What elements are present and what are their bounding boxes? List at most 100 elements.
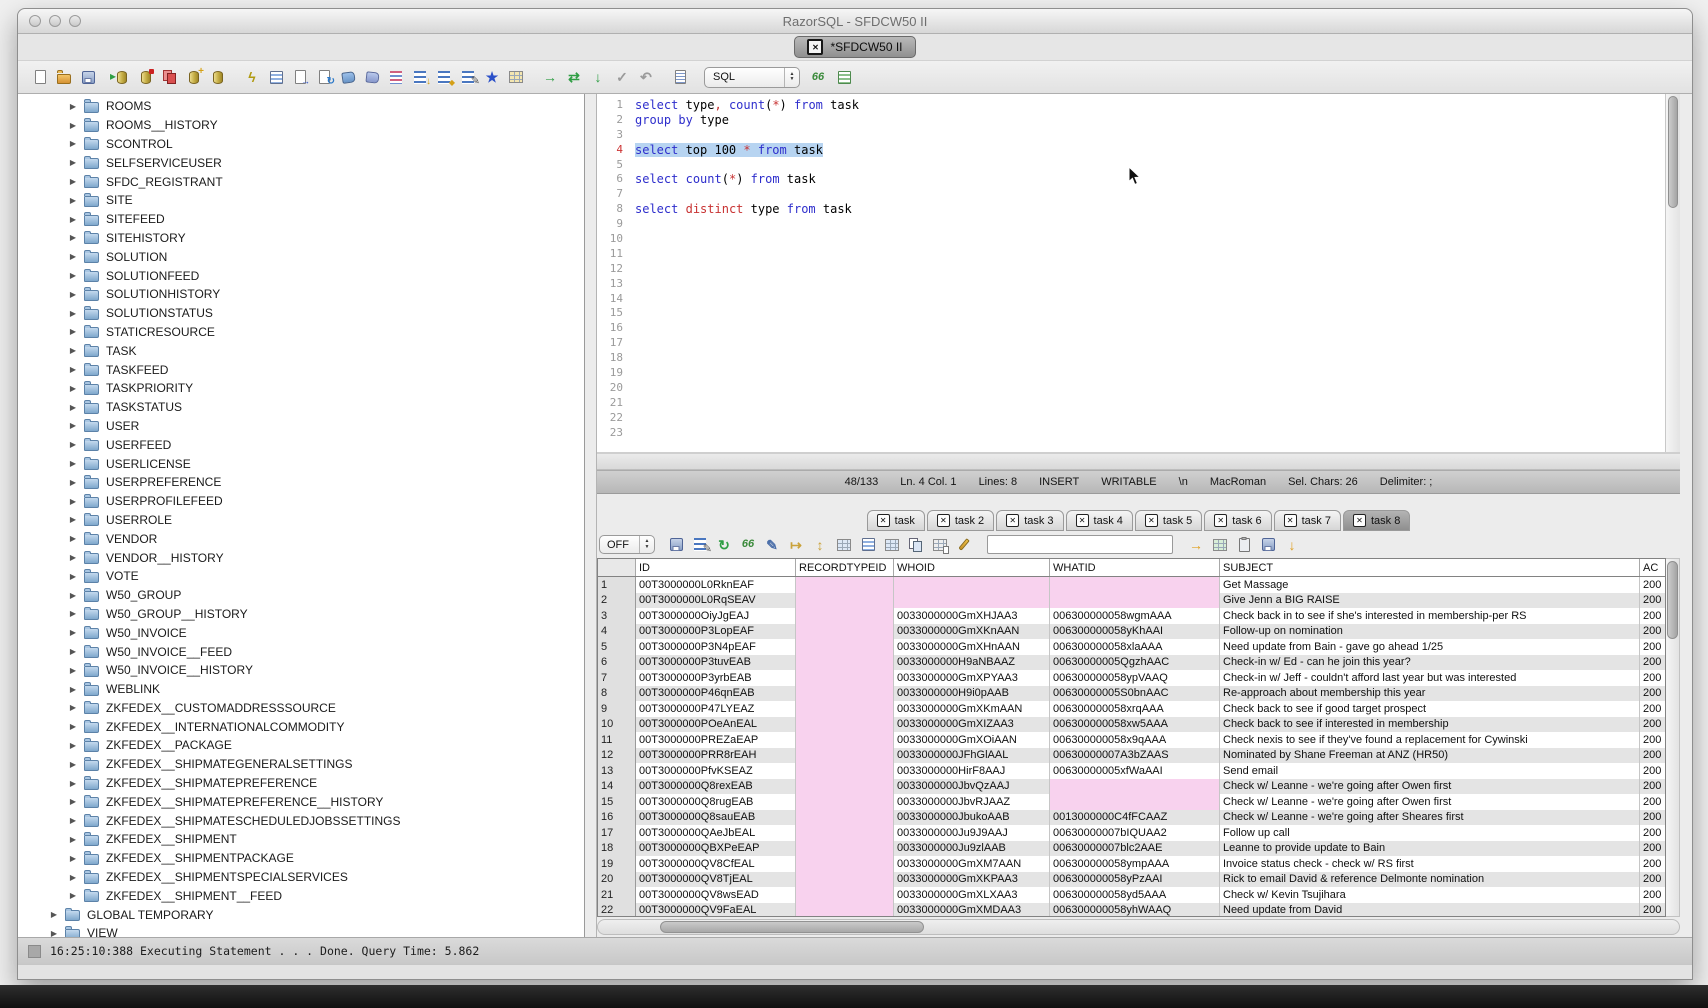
expand-arrow-icon[interactable]: ▶	[49, 910, 59, 919]
table-cell[interactable]	[796, 825, 894, 841]
expand-arrow-icon[interactable]: ▶	[68, 478, 78, 487]
table-cell[interactable]: Check-in w/ Jeff - couldn't afford last …	[1220, 670, 1640, 686]
tree-item[interactable]: ▶ZKFEDEX__PACKAGE	[18, 736, 584, 755]
table-cell[interactable]: 200	[1640, 825, 1665, 841]
table-cell[interactable]: 00T3000000QV8CfEAL	[636, 856, 796, 872]
editor-vscroll-thumb[interactable]	[1668, 96, 1678, 208]
tree-item[interactable]: ▶ROOMS	[18, 97, 584, 116]
table-cell[interactable]: Check back to see if good target prospec…	[1220, 701, 1640, 717]
table-cell[interactable]: 00T3000000PfvKSEAZ	[636, 763, 796, 779]
table-cell[interactable]: Check w/ Kevin Tsujihara	[1220, 887, 1640, 903]
row-number-cell[interactable]: 22	[598, 903, 636, 917]
table-cell[interactable]: Invoice status check - check w/ RS first	[1220, 856, 1640, 872]
fetch-down-icon[interactable]: ↓	[588, 67, 608, 87]
table-cell[interactable]: 00630000007A3bZAAS	[1050, 748, 1220, 764]
tree-item[interactable]: ▶W50_GROUP__HISTORY	[18, 605, 584, 624]
database-icon[interactable]	[208, 67, 228, 87]
table-cell[interactable]: 0033000000JbvQzAAJ	[894, 779, 1050, 795]
column-header[interactable]: AC	[1640, 559, 1665, 576]
table-cell[interactable]: 200	[1640, 872, 1665, 888]
document-tab[interactable]: ✕ *SFDCW50 II	[794, 36, 915, 58]
row-number-cell[interactable]: 9	[598, 701, 636, 717]
save-results-icon[interactable]	[666, 535, 686, 555]
editor-hscrollbar[interactable]	[597, 453, 1680, 470]
table-cell[interactable]	[796, 577, 894, 593]
table-cell[interactable]: Check-in w/ Ed - can he join this year?	[1220, 655, 1640, 671]
tree-item[interactable]: ▶W50_INVOICE	[18, 623, 584, 642]
row-number-cell[interactable]: 1	[598, 577, 636, 593]
table-row[interactable]: 200T3000000L0RqSEAVGive Jenn a BIG RAISE…	[598, 593, 1665, 609]
expand-arrow-icon[interactable]: ▶	[68, 233, 78, 242]
table-cell[interactable]: Check nexis to see if they've found a re…	[1220, 732, 1640, 748]
table-cell[interactable]: 200	[1640, 577, 1665, 593]
tree-item[interactable]: ▶SOLUTIONFEED	[18, 266, 584, 285]
open-file-icon[interactable]	[54, 67, 74, 87]
code-line[interactable]: select distinct type from task	[635, 202, 1665, 217]
table-cell[interactable]	[796, 624, 894, 640]
tree-item[interactable]: ▶W50_INVOICE__FEED	[18, 642, 584, 661]
favorites-icon[interactable]: ★	[482, 67, 502, 87]
table-cell[interactable]: 0033000000H9i0pAAB	[894, 686, 1050, 702]
table-cell[interactable]: 00T3000000QAeJbEAL	[636, 825, 796, 841]
table-row[interactable]: 1900T3000000QV8CfEAL0033000000GmXM7AAN00…	[598, 856, 1665, 872]
tree-item[interactable]: ▶SITE	[18, 191, 584, 210]
updown-sort-icon[interactable]: ↕	[810, 535, 830, 555]
code-line[interactable]	[635, 381, 1665, 396]
table-row[interactable]: 1600T3000000Q8sauEAB0033000000JbukoAAB00…	[598, 810, 1665, 826]
expand-arrow-icon[interactable]: ▶	[68, 365, 78, 374]
row-number-cell[interactable]: 7	[598, 670, 636, 686]
table-cell[interactable]: 200	[1640, 887, 1665, 903]
tree-item[interactable]: ▶ZKFEDEX__SHIPMATESCHEDULEDJOBSSETTINGS	[18, 811, 584, 830]
table-cell[interactable]: 0013000000C4fFCAAZ	[1050, 810, 1220, 826]
limit-select[interactable]: OFF ▲▼	[599, 535, 655, 554]
sync-icon[interactable]: ⇄	[564, 67, 584, 87]
results-filter-input[interactable]	[987, 535, 1173, 554]
expand-arrow-icon[interactable]: ▶	[68, 779, 78, 788]
expand-arrow-icon[interactable]: ▶	[68, 722, 78, 731]
code-line[interactable]: select count(*) from task	[635, 172, 1665, 187]
expand-arrow-icon[interactable]: ▶	[68, 797, 78, 806]
expand-arrow-icon[interactable]: ▶	[68, 816, 78, 825]
table-cell[interactable]: Get Massage	[1220, 577, 1640, 593]
tree-item[interactable]: ▶ZKFEDEX__SHIPMATEPREFERENCE	[18, 774, 584, 793]
table-cell[interactable]: 00T3000000P3tuvEAB	[636, 655, 796, 671]
table-row[interactable]: 2200T3000000QV9FaEAL0033000000GmXMDAA300…	[598, 903, 1665, 917]
export-results-icon[interactable]	[290, 67, 310, 87]
code-line[interactable]	[635, 321, 1665, 336]
expand-arrow-icon[interactable]: ▶	[68, 421, 78, 430]
table-cell[interactable]: Leanne to provide update to Bain	[1220, 841, 1640, 857]
history-icon[interactable]	[386, 67, 406, 87]
refresh-results-icon[interactable]: ↻	[714, 535, 734, 555]
language-select[interactable]: SQL ▲▼	[704, 67, 800, 88]
editor-vscrollbar[interactable]	[1665, 94, 1680, 452]
window-titlebar[interactable]: RazorSQL - SFDCW50 II	[18, 9, 1692, 34]
table-cell[interactable]: Check w/ Leanne - we're going after Owen…	[1220, 794, 1640, 810]
table-cell[interactable]: 200	[1640, 670, 1665, 686]
row-number-cell[interactable]: 4	[598, 624, 636, 640]
zoom-window-button[interactable]	[69, 15, 81, 27]
table-cell[interactable]: 0033000000GmXHJAA3	[894, 608, 1050, 624]
table-row[interactable]: 100T3000000L0RknEAFGet Massage200	[598, 577, 1665, 593]
tree-item[interactable]: ▶SOLUTIONHISTORY	[18, 285, 584, 304]
table-cell[interactable]	[796, 903, 894, 917]
table-cell[interactable]: 00T3000000Q8rugEAB	[636, 794, 796, 810]
expand-arrow-icon[interactable]: ▶	[68, 666, 78, 675]
bookmarks-icon[interactable]	[362, 67, 382, 87]
panel-splitter[interactable]	[585, 94, 597, 937]
schema-list-icon[interactable]	[834, 67, 854, 87]
expand-arrow-icon[interactable]: ▶	[68, 271, 78, 280]
tree-item[interactable]: ▶USERPROFILEFEED	[18, 492, 584, 511]
table-cell[interactable]	[796, 856, 894, 872]
table-cell[interactable]: 200	[1640, 856, 1665, 872]
table-cell[interactable]: 200	[1640, 655, 1665, 671]
table-cell[interactable]: 0033000000GmXKmAAN	[894, 701, 1050, 717]
tree-item[interactable]: ▶ZKFEDEX__SHIPMATEGENERALSETTINGS	[18, 755, 584, 774]
table-cell[interactable]: 00T3000000L0RqSEAV	[636, 593, 796, 609]
code-line[interactable]	[635, 411, 1665, 426]
expand-arrow-icon[interactable]: ▶	[68, 346, 78, 355]
expand-arrow-icon[interactable]: ▶	[68, 741, 78, 750]
table-cell[interactable]: 200	[1640, 903, 1665, 917]
tree-item[interactable]: ▶VENDOR__HISTORY	[18, 548, 584, 567]
expand-arrow-icon[interactable]: ▶	[68, 873, 78, 882]
table-cell[interactable]: 200	[1640, 639, 1665, 655]
